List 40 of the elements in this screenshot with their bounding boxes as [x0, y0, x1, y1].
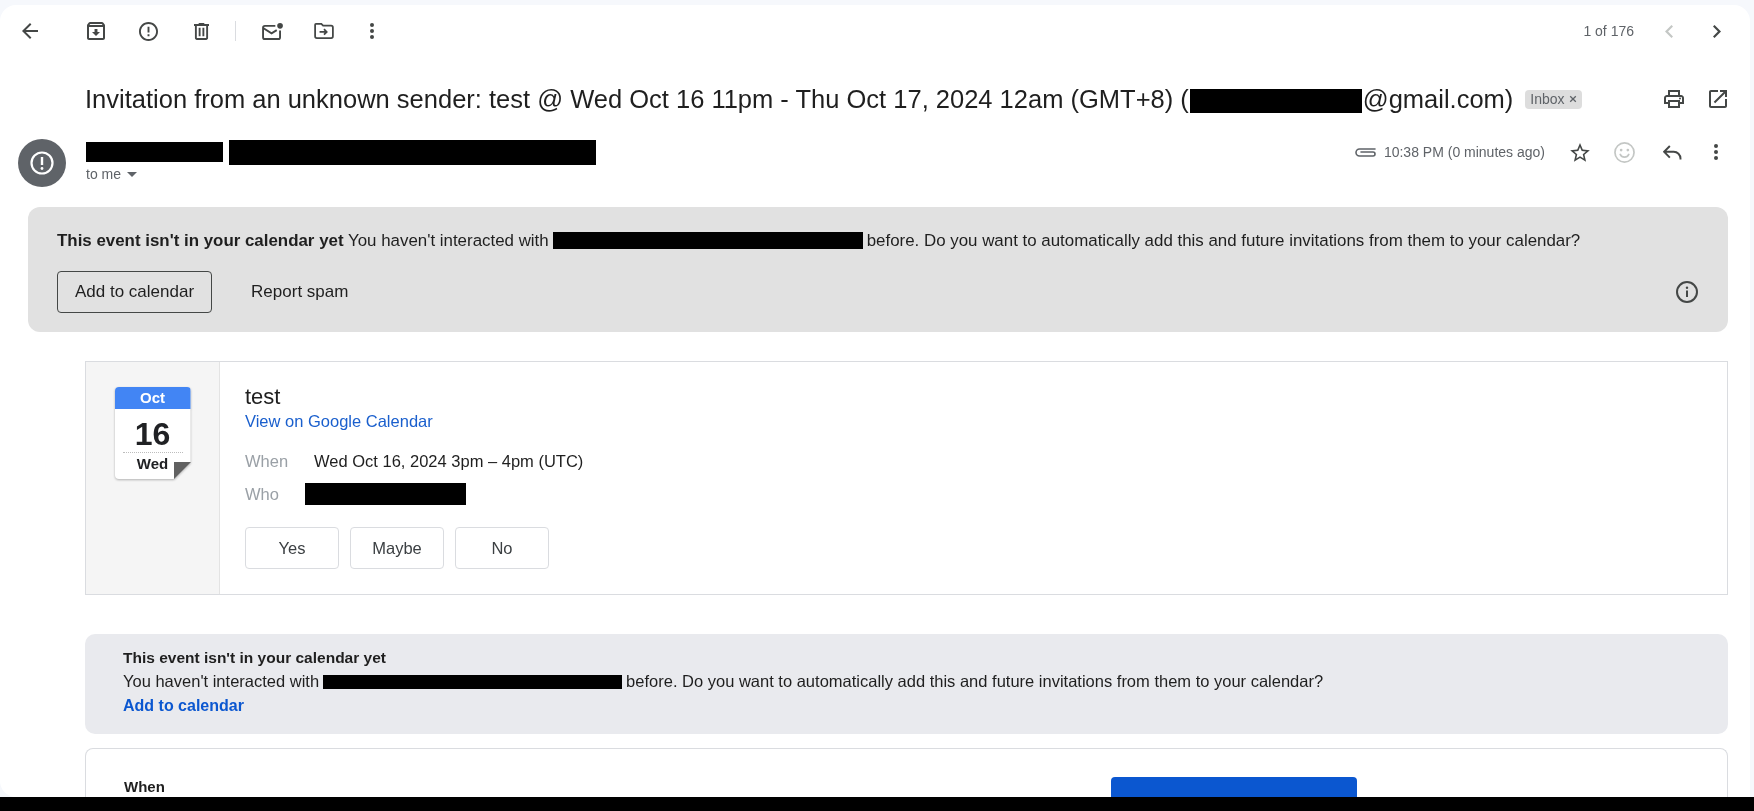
notice-heading: This event isn't in your calendar yet	[123, 648, 387, 668]
received-time: 10:38 PM (0 minutes ago)	[1383, 144, 1545, 160]
page-curl-icon	[173, 462, 191, 479]
envelope-dot-icon[interactable]	[261, 22, 283, 40]
rsvp-button[interactable]: Yes	[245, 527, 339, 569]
print-icon[interactable]	[1664, 90, 1684, 108]
close-icon[interactable]	[1568, 95, 1577, 103]
warning-avatar-icon	[18, 139, 66, 187]
weekday-label: Wed	[136, 455, 169, 473]
calendar-link[interactable]: View on Google Calendar	[245, 411, 433, 431]
chevron-right-icon[interactable]	[1713, 24, 1721, 38]
more-vert-icon[interactable]	[370, 23, 374, 39]
archive-icon[interactable]	[87, 22, 105, 40]
external-link-icon[interactable]	[1709, 90, 1727, 108]
reply-icon[interactable]	[1662, 144, 1682, 160]
detail-label: Who	[245, 484, 280, 505]
detail-value: Wed Oct 16, 2024 3pm – 4pm (UTC)	[314, 451, 584, 472]
details-label: When	[124, 778, 165, 796]
banner-message: This event isn't in your calendar yet You haven't interacted with before. Do you want to automatically add this and future invitations from them to your calendar?	[57, 231, 1582, 251]
folder-arrow-icon[interactable]	[314, 23, 334, 39]
add-to-calendar-button[interactable]: Add to calendar	[57, 271, 213, 313]
rsvp-button[interactable]: No	[455, 527, 549, 569]
caret-down-icon	[127, 171, 137, 177]
email-subject: Invitation from an unknown sender: test @ Wed Oct 16 11pm - Thu Oct 17, 2024 12am (GMT+8) ( @gmail.com)	[85, 84, 1514, 114]
more-vert-icon[interactable]	[1714, 144, 1718, 160]
info-icon[interactable]	[1676, 281, 1698, 303]
detail-label: When	[245, 451, 290, 472]
recipient-toggle[interactable]: to me	[86, 165, 137, 183]
event-title: test	[245, 384, 281, 410]
pager-count: 1 of 176	[1583, 23, 1634, 39]
add-to-calendar-link[interactable]: Add to calendar	[123, 696, 244, 716]
month-label: Oct	[114, 387, 191, 409]
report-spam-button[interactable]: Report spam	[235, 271, 365, 313]
label-name: Inbox	[1530, 91, 1565, 107]
star-icon[interactable]	[1570, 142, 1590, 162]
rsvp-button[interactable]: Maybe	[350, 527, 444, 569]
day-number: 16	[134, 418, 171, 450]
back-arrow-icon[interactable]	[22, 23, 38, 39]
notice-message: You haven't interacted with before. Do you want to automatically add this and future invitations from them to your calendar?	[123, 671, 1325, 691]
trash-icon[interactable]	[193, 22, 209, 40]
